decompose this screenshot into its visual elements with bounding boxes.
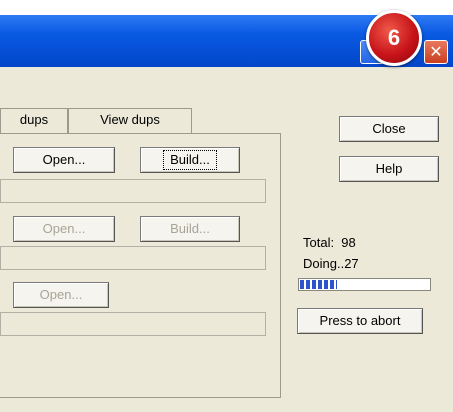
open-button-2[interactable]: Open... bbox=[13, 216, 115, 242]
tab-view-dups[interactable]: View dups bbox=[68, 108, 192, 134]
help-button-label: Help bbox=[375, 161, 403, 176]
build-button-2[interactable]: Build... bbox=[140, 216, 240, 242]
open-button-2-label: Open... bbox=[42, 221, 86, 236]
tab-view-dups-label: View dups bbox=[100, 112, 160, 127]
open-button-1-label: Open... bbox=[42, 152, 86, 167]
total-count-label: Total: 98 bbox=[303, 235, 356, 250]
path-field-2[interactable] bbox=[0, 246, 266, 270]
open-button-1[interactable]: Open... bbox=[13, 147, 115, 173]
progress-bar-fill bbox=[300, 280, 337, 289]
tab-dups[interactable]: dups bbox=[0, 108, 68, 134]
tab-dups-label: dups bbox=[19, 112, 49, 127]
close-icon: ✕ bbox=[429, 42, 443, 61]
path-field-3[interactable] bbox=[0, 312, 266, 336]
close-button[interactable]: Close bbox=[339, 116, 439, 142]
close-window-button[interactable]: ✕ bbox=[424, 40, 448, 64]
build-button-2-label: Build... bbox=[170, 221, 210, 236]
press-to-abort-button-label: Press to abort bbox=[319, 313, 401, 328]
help-button[interactable]: Help bbox=[339, 156, 439, 182]
close-button-label: Close bbox=[372, 121, 406, 136]
open-button-3[interactable]: Open... bbox=[13, 282, 109, 308]
press-to-abort-button[interactable]: Press to abort bbox=[297, 308, 423, 334]
build-button-1[interactable]: Build... bbox=[140, 147, 240, 173]
doing-count-label: Doing..27 bbox=[303, 256, 359, 271]
step-number-badge: 6 bbox=[366, 10, 422, 66]
open-button-3-label: Open... bbox=[39, 287, 83, 302]
path-field-1[interactable] bbox=[0, 179, 266, 203]
build-button-1-label: Build... bbox=[163, 150, 217, 170]
progress-bar bbox=[298, 278, 431, 291]
